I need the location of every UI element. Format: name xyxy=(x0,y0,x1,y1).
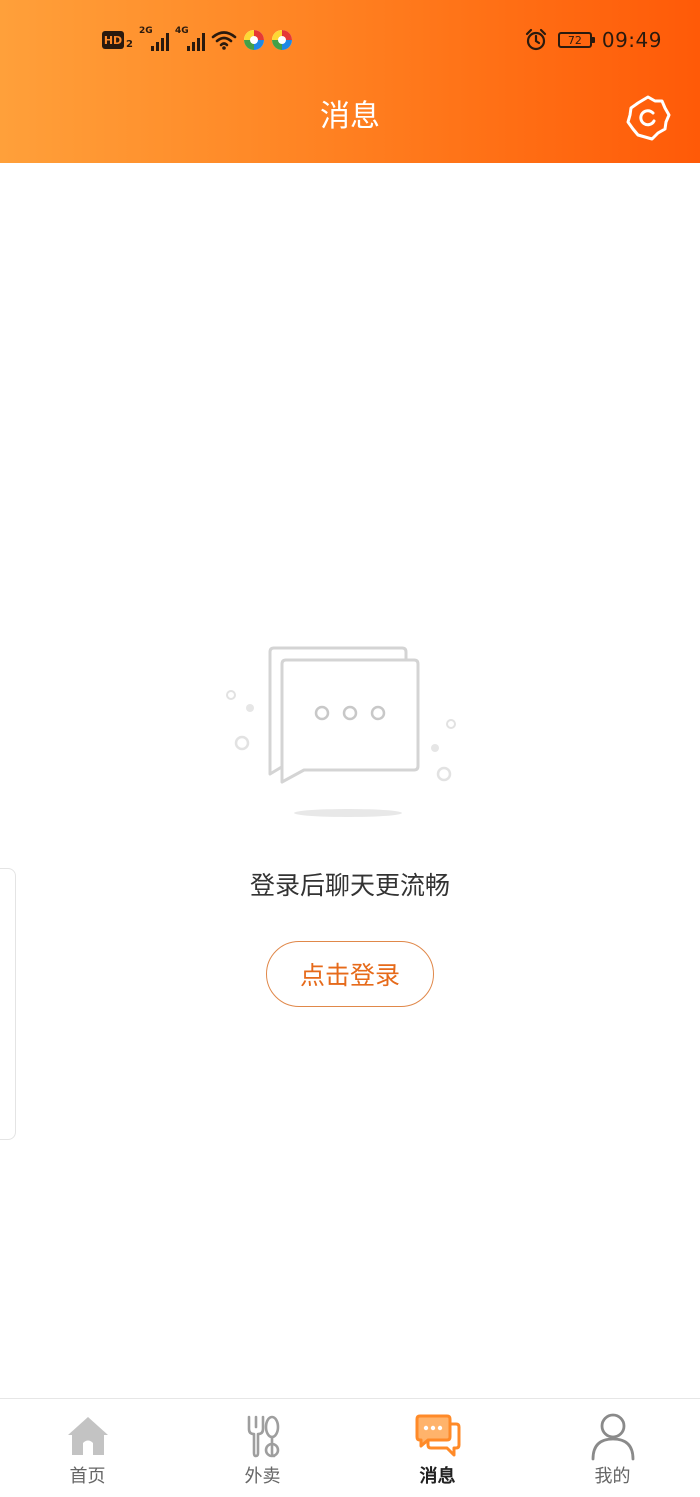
sim1-network-label: 2G xyxy=(138,26,153,36)
status-time: 09:49 xyxy=(601,28,662,52)
battery-indicator: 72 xyxy=(557,32,595,48)
nav-label: 外卖 xyxy=(244,1466,281,1487)
home-icon xyxy=(63,1411,113,1461)
profile-icon xyxy=(588,1411,638,1461)
nav-item-takeout[interactable]: 外卖 xyxy=(175,1399,350,1497)
empty-state-message: 登录后聊天更流畅 xyxy=(249,871,450,900)
nav-label: 首页 xyxy=(69,1466,106,1487)
alarm-icon xyxy=(525,28,546,51)
nav-item-home[interactable]: 首页 xyxy=(0,1399,175,1497)
signal-sim2-icon: 4G xyxy=(174,26,205,51)
app-notification-icon xyxy=(243,30,264,50)
header: HD 2 2G 4G 72 09:49 消息 xyxy=(0,0,700,163)
nav-item-messages[interactable]: 消息 xyxy=(350,1399,525,1497)
status-left: HD 2 2G 4G xyxy=(102,26,293,54)
message-icon xyxy=(413,1411,463,1461)
chat-bubbles-icon xyxy=(220,640,480,830)
status-bar: HD 2 2G 4G 72 09:49 xyxy=(0,0,700,80)
gear-icon xyxy=(626,95,671,141)
settings-button[interactable] xyxy=(620,90,676,146)
sim2-network-label: 4G xyxy=(174,26,189,36)
login-button[interactable]: 点击登录 xyxy=(266,941,434,1007)
nav-label: 我的 xyxy=(594,1466,631,1487)
page-title: 消息 xyxy=(320,99,380,134)
wifi-icon xyxy=(211,31,237,50)
nav-item-profile[interactable]: 我的 xyxy=(525,1399,700,1497)
app-notification-icon xyxy=(271,30,292,50)
nav-label: 消息 xyxy=(419,1466,456,1487)
hd-badge: HD xyxy=(102,31,124,49)
fork-spoon-icon xyxy=(238,1411,288,1461)
side-drawer-handle[interactable] xyxy=(0,868,16,1140)
status-right: 72 09:49 xyxy=(524,26,662,54)
page: HD 2 2G 4G 72 09:49 消息 登录后聊天更流畅 点击登录 首页 … xyxy=(0,0,700,1497)
bottom-nav: 首页 外卖 消息 我的 xyxy=(0,1398,700,1497)
signal-sim1-icon: 2G xyxy=(138,26,169,51)
hd-sub-label: 2 xyxy=(126,38,133,50)
